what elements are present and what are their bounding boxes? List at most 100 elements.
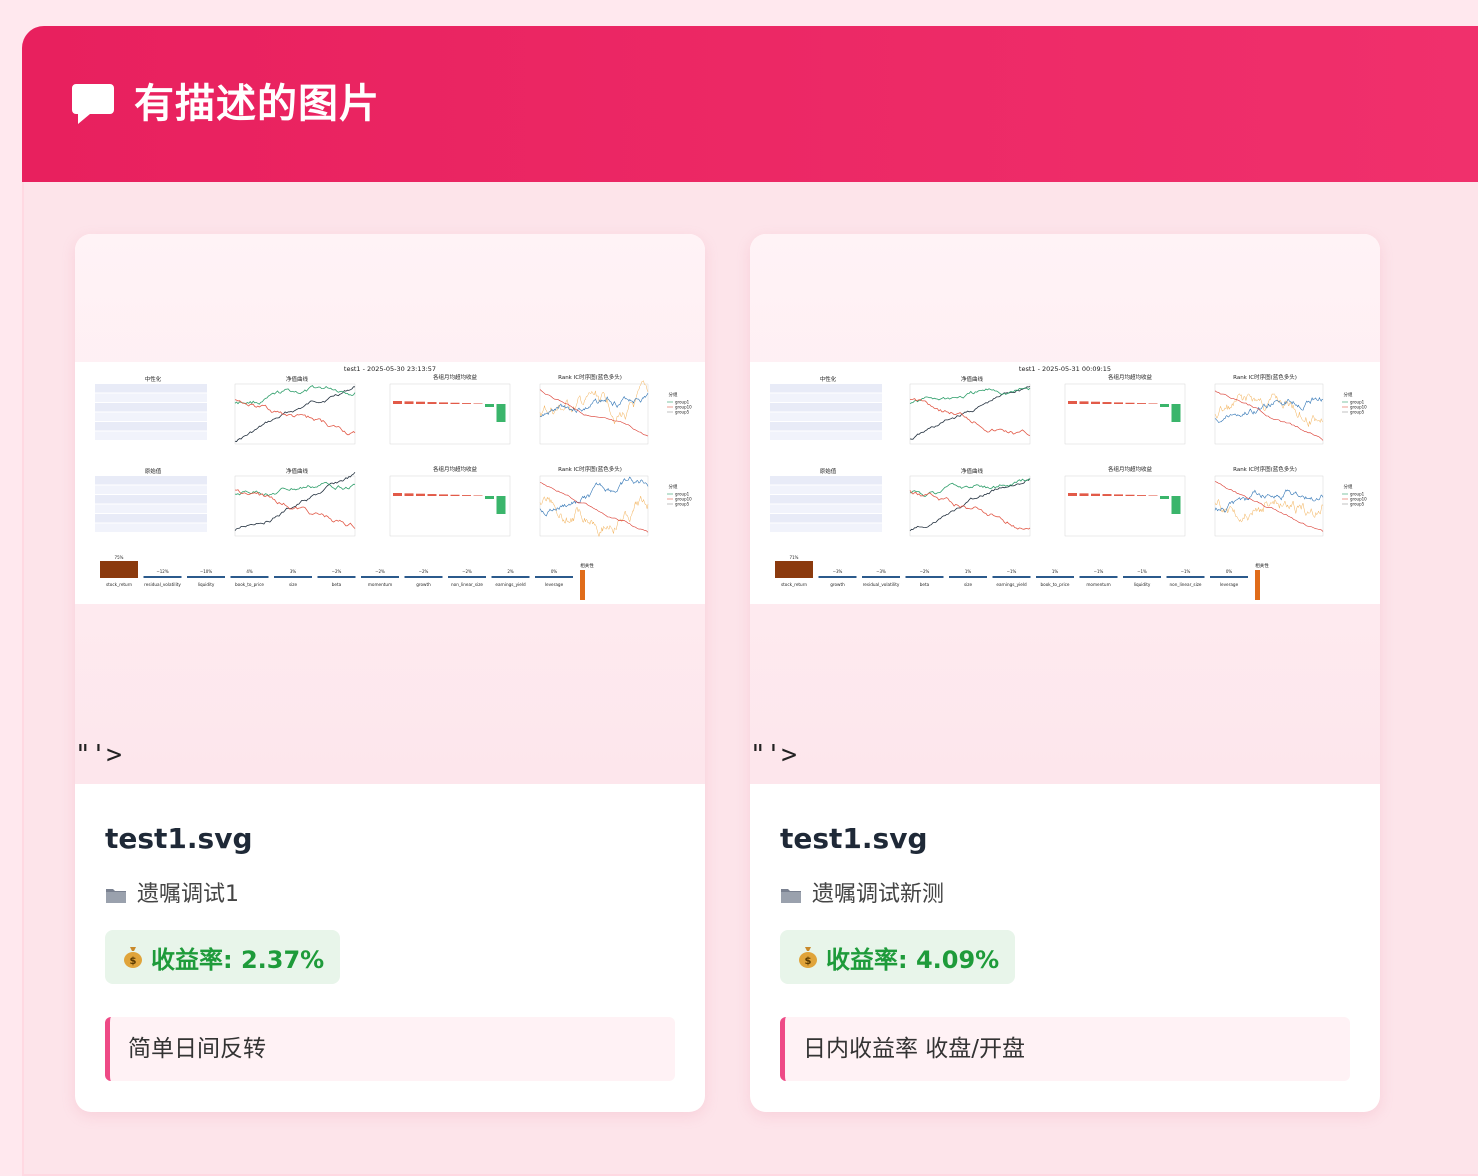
file-name: test1.svg xyxy=(105,822,253,855)
bar-frame xyxy=(389,383,511,445)
stats-row xyxy=(770,393,882,402)
folder-name: 遗嘱调试新测 xyxy=(812,882,945,907)
factor-bar xyxy=(862,576,900,578)
nav-panel-title: 净值曲线 xyxy=(961,375,984,383)
ic-panel-title: Rank IC时序图(蓝色多头) xyxy=(558,373,622,381)
ic-line-raw xyxy=(1214,498,1324,523)
factor-bar xyxy=(818,576,857,578)
image-preview[interactable]: test1 - 2025-05-31 00:09:15 中性化 净值曲线 各组月均超均… xyxy=(750,234,1380,784)
stats-row xyxy=(770,514,882,523)
factor-bar xyxy=(448,576,486,578)
bar-frame xyxy=(1064,475,1186,537)
bar-panel-title: 各组月均超均收益 xyxy=(1108,465,1153,473)
nav-line-long-short xyxy=(909,478,1031,532)
stats-section-label: 原始值 xyxy=(820,467,837,475)
factor-pct: 75% xyxy=(115,555,124,560)
legend-item: group5 xyxy=(675,502,690,507)
factor-label: beta xyxy=(332,582,342,587)
image-card[interactable]: test1 - 2025-05-31 00:09:15 中性化 净值曲线 各组月均超均… xyxy=(750,234,1380,1112)
stats-row xyxy=(770,384,882,393)
factor-bar xyxy=(361,576,399,578)
ic-line-cumulative xyxy=(1214,396,1324,423)
factor-pct: −10% xyxy=(200,569,212,574)
factor-pct: −2% xyxy=(462,569,472,574)
ic-frame xyxy=(539,475,649,537)
nav-frame xyxy=(234,475,356,537)
stats-row xyxy=(770,403,882,412)
factor-pct: −1% xyxy=(1181,569,1191,574)
factor-pct: 0% xyxy=(1226,569,1233,574)
stats-row xyxy=(770,412,882,421)
factor-pct: 71% xyxy=(790,555,799,560)
stats-row xyxy=(770,523,882,532)
factor-label: growth xyxy=(830,582,845,587)
nav-line-long-short xyxy=(234,472,356,531)
folder-icon xyxy=(781,889,801,903)
ic-panel-title: Rank IC时序图(蓝色多头) xyxy=(1233,373,1297,381)
ic-line-trend xyxy=(1214,390,1324,441)
factor-bar xyxy=(143,576,182,578)
legend-item: group5 xyxy=(1350,502,1365,507)
stats-row xyxy=(770,422,882,431)
group-excess-bar xyxy=(404,401,414,404)
stats-section-label: 中性化 xyxy=(820,375,837,383)
description-text: 简单日间反转 xyxy=(128,1036,266,1062)
stats-table xyxy=(770,384,882,440)
image-preview[interactable]: test1 - 2025-05-30 23:13:57 中性化 净值曲线 各组月均超均… xyxy=(75,234,705,784)
group-excess-bar xyxy=(485,496,494,499)
group-excess-bar xyxy=(416,493,425,496)
nav-frame xyxy=(234,383,356,445)
stats-row xyxy=(95,422,207,431)
group-excess-bar xyxy=(1114,402,1123,404)
legend-title: 分组 xyxy=(669,483,678,490)
legend-item: group5 xyxy=(1350,410,1365,415)
factor-label: beta xyxy=(920,582,930,587)
ic-line-cumulative xyxy=(1214,489,1324,513)
group-excess-bar xyxy=(1171,404,1181,422)
factor-bar xyxy=(992,576,1031,578)
ic-panel-title: Rank IC时序图(蓝色多头) xyxy=(1233,465,1297,473)
stats-row xyxy=(770,485,882,494)
legend-title: 分组 xyxy=(669,391,678,398)
group-excess-bar xyxy=(1148,403,1158,404)
factor-label: stock_return xyxy=(106,582,132,587)
bar-panel-title: 各组月均超均收益 xyxy=(433,373,478,381)
factor-pct: −2% xyxy=(920,569,930,574)
nav-panel-title: 净值曲线 xyxy=(286,375,309,383)
factor-pct: 2% xyxy=(507,569,514,574)
legend-title: 分组 xyxy=(1344,483,1353,490)
ic-line-cumulative xyxy=(539,392,649,418)
factor-pct: 1% xyxy=(965,569,972,574)
bar-frame xyxy=(389,475,511,537)
factor-label: size xyxy=(289,582,298,587)
stats-row xyxy=(770,476,882,485)
correlation-label: 相关性 xyxy=(1255,562,1269,569)
group-excess-bar xyxy=(473,403,483,404)
return-badge: $ 收益率: 4.09% xyxy=(780,930,1016,984)
group-excess-bar xyxy=(462,403,471,404)
factor-pct: −1% xyxy=(1094,569,1104,574)
description-box: 简单日间反转 xyxy=(105,1017,675,1081)
group-excess-bar xyxy=(1171,496,1181,514)
factor-label: earnings_yield xyxy=(996,582,1027,587)
factor-pct: 3% xyxy=(290,569,297,574)
bar-panel-title: 各组月均超均收益 xyxy=(433,465,478,473)
ic-line-trend xyxy=(539,389,649,437)
factor-bar xyxy=(274,576,312,578)
ic-line-cumulative xyxy=(539,476,649,517)
factor-label: momentum xyxy=(1086,582,1110,587)
stats-table xyxy=(770,476,882,532)
gallery-panel: 有描述的图片 test1 - 2025-05-30 23:13:57 中性化 净值曲… xyxy=(22,26,1478,1176)
stats-row xyxy=(95,431,207,440)
factor-pct: −2% xyxy=(332,569,342,574)
group-excess-bar xyxy=(1137,403,1146,404)
factor-report-thumbnail: test1 - 2025-05-30 23:13:57中性化 净值曲线 各组月均超均… xyxy=(75,362,705,604)
factor-bar xyxy=(100,561,138,578)
nav-line-group10 xyxy=(234,489,356,529)
stats-section-label: 原始值 xyxy=(145,467,162,475)
factor-label: book_to_price xyxy=(1040,582,1069,587)
factor-bar xyxy=(317,576,356,578)
group-excess-bar xyxy=(496,496,506,514)
factor-pct: −3% xyxy=(876,569,886,574)
image-card[interactable]: test1 - 2025-05-30 23:13:57 中性化 净值曲线 各组月均超均… xyxy=(75,234,705,1112)
